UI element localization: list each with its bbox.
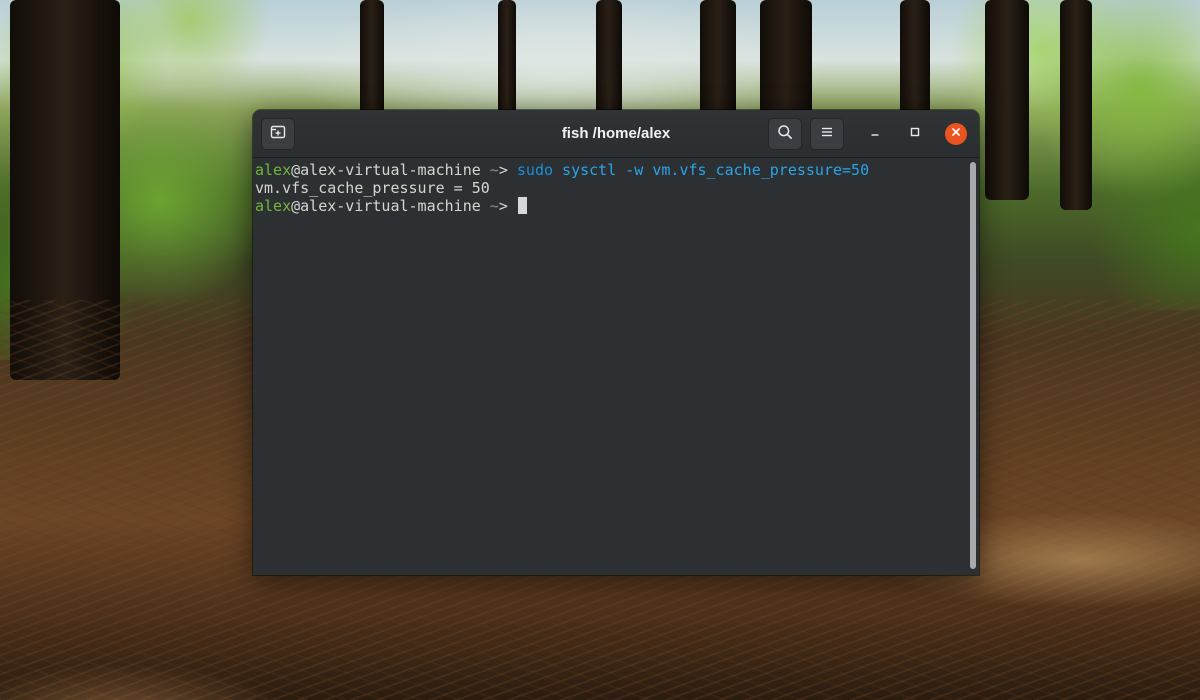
terminal-output-area[interactable]: alex@alex-virtual-machine ~> sudo sysctl…: [253, 158, 979, 575]
prompt-user: alex: [255, 161, 292, 179]
close-icon: [950, 125, 962, 143]
hamburger-menu-icon: [820, 125, 834, 144]
prompt-host: @alex-virtual-machine: [291, 161, 481, 179]
wallpaper-tree-trunk: [900, 0, 930, 120]
text-cursor: [517, 197, 527, 214]
wallpaper-tree-trunk: [700, 0, 736, 120]
maximize-button[interactable]: [904, 123, 926, 145]
maximize-icon: [909, 125, 921, 143]
wallpaper-tree-trunk: [760, 0, 812, 120]
window-headerbar[interactable]: fish /home/alex: [253, 110, 979, 158]
search-icon: [777, 124, 793, 145]
close-button[interactable]: [945, 123, 967, 145]
prompt-user: alex: [255, 197, 292, 215]
prompt-symbol: >: [498, 161, 517, 179]
prompt-path: ~: [480, 197, 499, 215]
terminal-scrollbar[interactable]: [970, 162, 976, 569]
command-name: sudo: [516, 161, 554, 179]
command-arguments: sysctl -w vm.vfs_cache_pressure=50: [553, 161, 870, 179]
wallpaper-tree-trunk: [498, 0, 516, 120]
terminal-line-output: vm.vfs_cache_pressure = 50: [255, 179, 977, 197]
minimize-button[interactable]: [864, 123, 886, 145]
wallpaper-tree-trunk: [596, 0, 622, 120]
terminal-line-prompt: alex@alex-virtual-machine ~>: [255, 197, 977, 215]
wallpaper-tree-trunk: [1060, 0, 1092, 210]
new-tab-button[interactable]: [261, 118, 295, 150]
wallpaper-tree-trunk: [985, 0, 1029, 200]
wallpaper-tree-trunk: [360, 0, 384, 120]
prompt-symbol: >: [498, 197, 517, 215]
search-button[interactable]: [768, 118, 802, 150]
terminal-line-command: alex@alex-virtual-machine ~> sudo sysctl…: [255, 161, 977, 179]
menu-button[interactable]: [810, 118, 844, 150]
minimize-icon: [869, 125, 881, 143]
terminal-window: fish /home/alex alex@alex-virtual-machin…: [253, 110, 979, 575]
prompt-host: @alex-virtual-machine: [291, 197, 481, 215]
prompt-path: ~: [480, 161, 499, 179]
new-tab-icon: [270, 124, 286, 145]
command-output: vm.vfs_cache_pressure = 50: [255, 179, 490, 197]
